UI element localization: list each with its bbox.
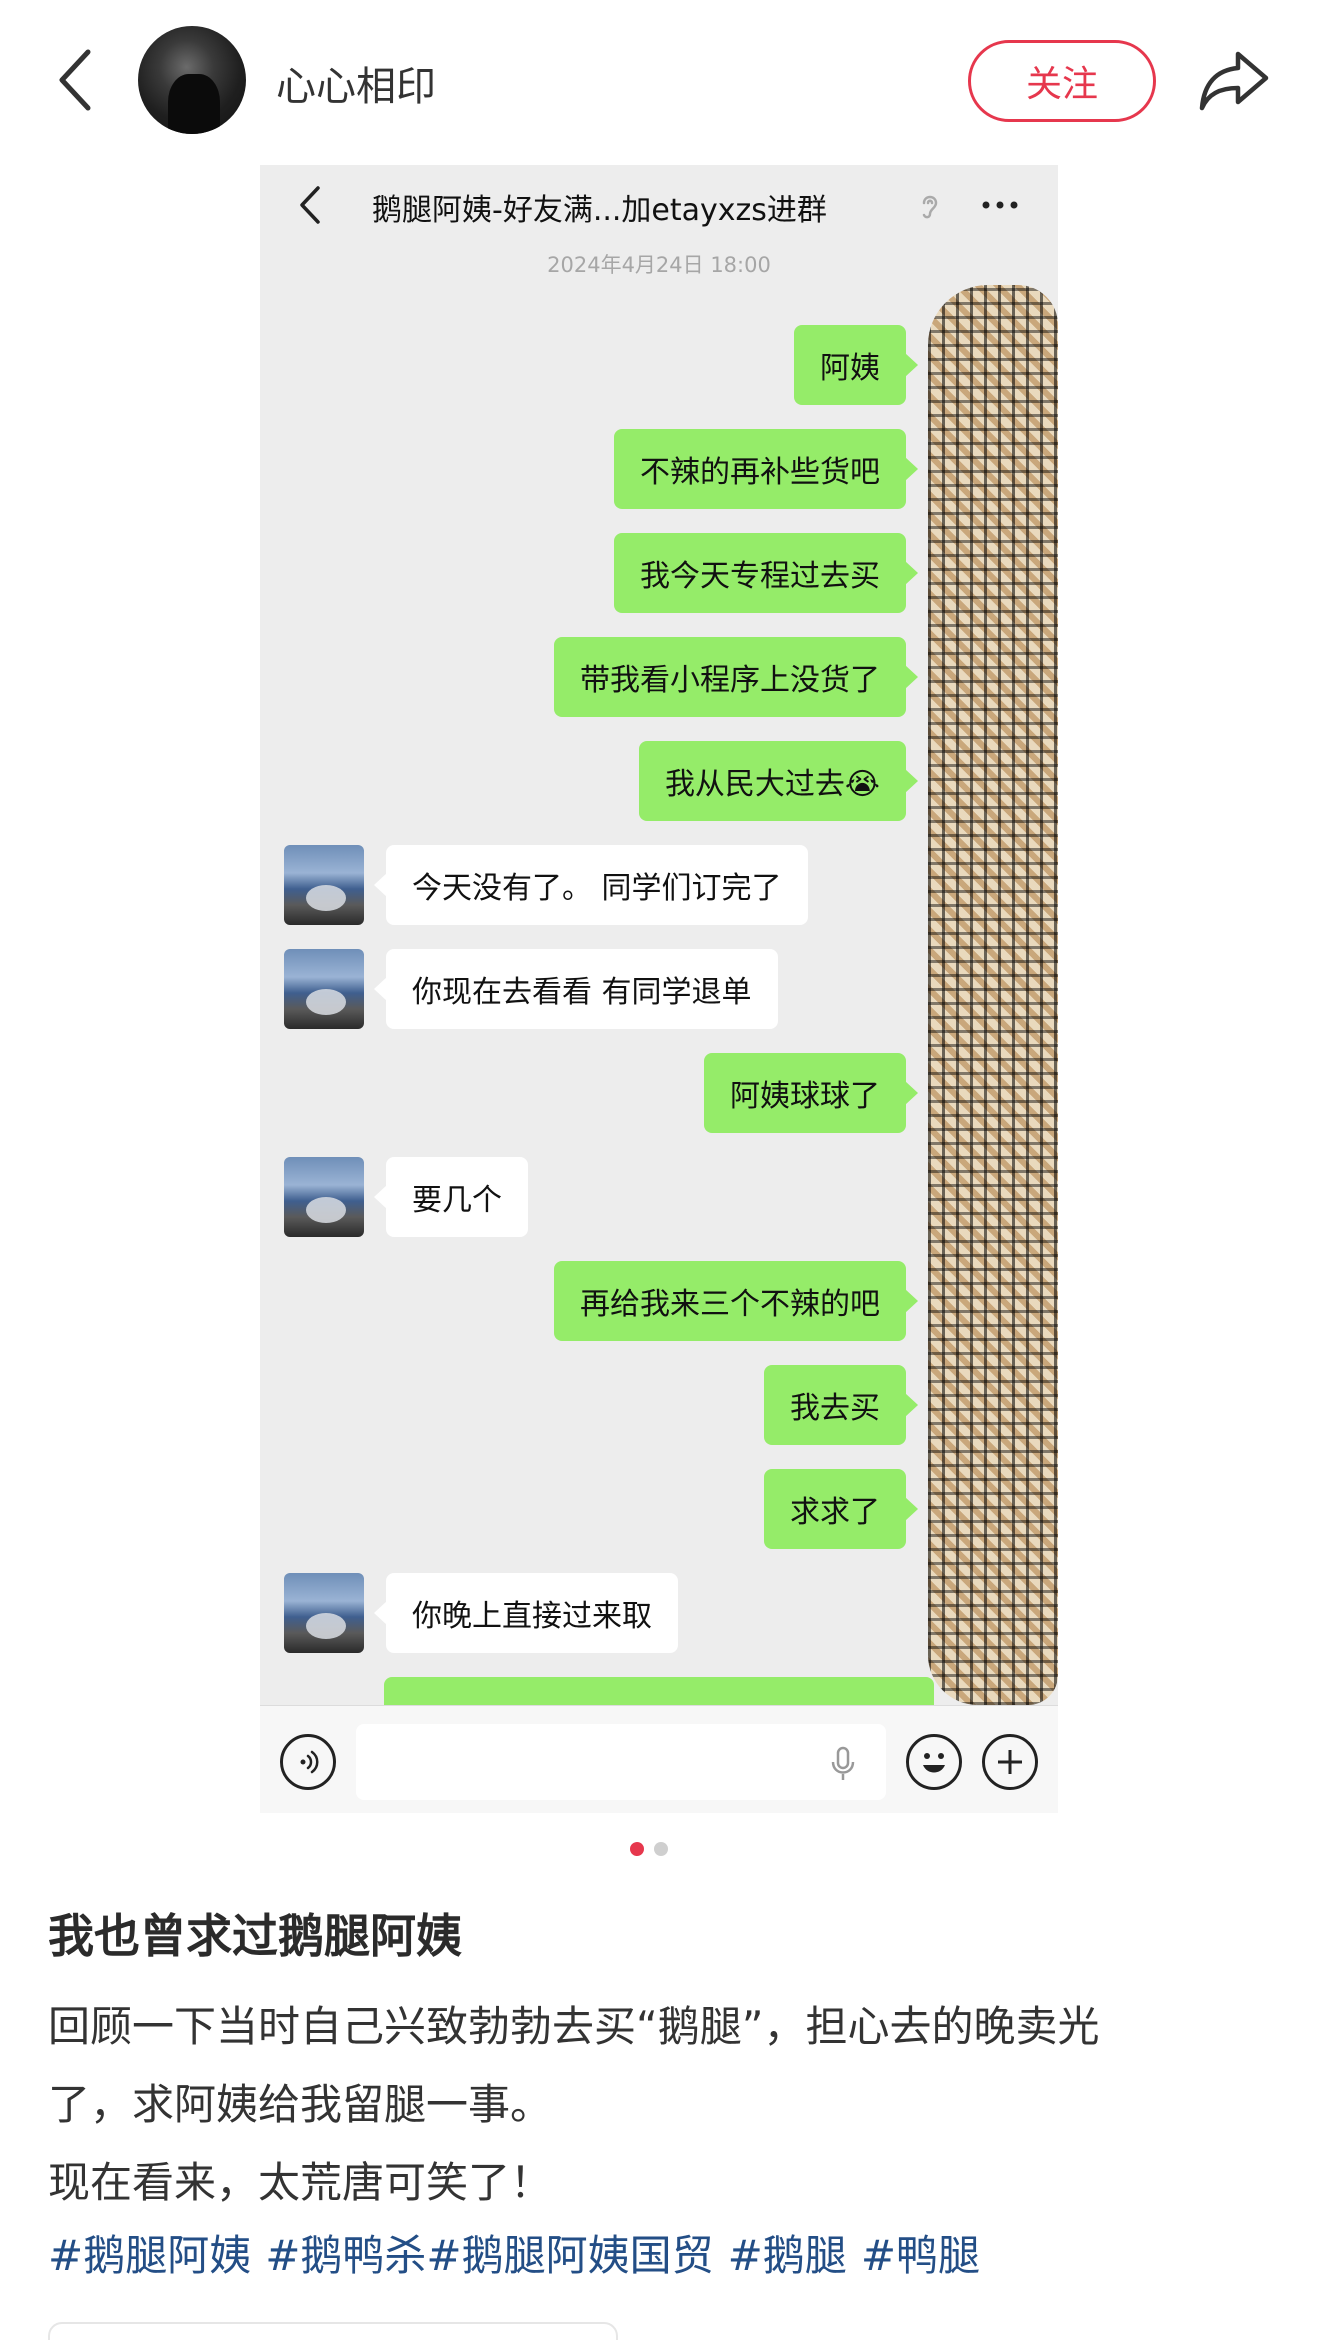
hashtag[interactable]: #鹅腿阿姨 <box>48 2222 251 2283</box>
chat-title: 鹅腿阿姨-好友满...加etayxzs进群 <box>372 193 827 228</box>
follow-button[interactable]: 关注 <box>968 40 1156 122</box>
received-message: 你现在去看看 有同学退单 <box>374 949 778 1029</box>
sent-message: 再给我来三个不辣的吧 <box>554 1261 918 1341</box>
received-message: 要几个 <box>374 1157 528 1237</box>
bottom-card <box>48 2322 618 2340</box>
back-button[interactable] <box>48 44 104 116</box>
redacted-mosaic <box>928 285 1058 1705</box>
sent-message: 带我看小程序上没货了 <box>554 637 918 717</box>
sent-message: 我从民大过去😭 <box>638 741 919 821</box>
plus-button <box>982 1734 1038 1790</box>
author-avatar[interactable] <box>138 26 246 134</box>
post-image[interactable]: 鹅腿阿姨-好友满...加etayxzs进群 2024年4月24日 18:00 阿… <box>260 165 1058 1813</box>
sent-message: 阿姨球球了 <box>704 1053 918 1133</box>
contact-avatar <box>284 1157 364 1237</box>
received-message: 今天没有了。 同学们订完了 <box>374 845 808 925</box>
carousel-dot[interactable] <box>630 1842 644 1856</box>
hashtag[interactable]: #鸭腿 <box>861 2222 980 2283</box>
voice-button <box>280 1734 336 1790</box>
emoji-icon <box>923 1753 945 1773</box>
voice-icon <box>300 1750 319 1774</box>
contact-avatar <box>284 1573 364 1653</box>
contact-avatar <box>284 845 364 925</box>
share-button[interactable] <box>1196 44 1272 116</box>
sent-message: 我今天专程过去买 <box>614 533 918 613</box>
emoji-button <box>906 1734 962 1790</box>
sent-message: 求求了 <box>764 1469 918 1549</box>
author-name[interactable]: 心心相印 <box>276 54 436 112</box>
hashtag[interactable]: #鹅腿阿姨国贸 <box>426 2222 713 2283</box>
sent-message: 阿姨 <box>794 325 918 405</box>
chat-text-input <box>356 1724 886 1800</box>
hashtag[interactable]: #鹅鸭杀 <box>265 2222 426 2283</box>
mic-icon <box>831 1746 855 1780</box>
chat-back-icon <box>300 186 320 224</box>
more-icon <box>978 187 1022 223</box>
contact-avatar <box>284 949 364 1029</box>
chat-input-bar <box>260 1705 1058 1813</box>
received-message: 你晚上直接过来取 <box>374 1573 678 1653</box>
top-bar: 心心相印 关注 <box>0 0 1320 160</box>
post-body: 回顾一下当时自己兴致勃勃去买“鹅腿”，担心去的晚卖光 了，求阿姨给我留腿一事。 … <box>48 1988 1278 2222</box>
post-body-line: 现在看来，太荒唐可笑了！ <box>48 2158 553 2207</box>
chat-timestamp: 2024年4月24日 18:00 <box>547 253 771 277</box>
share-icon <box>1199 51 1269 111</box>
carousel-dots <box>630 1842 668 1856</box>
chat-back-button <box>288 183 332 227</box>
sent-message: 不辣的再补些货吧 <box>614 429 918 509</box>
plus-icon <box>998 1750 1022 1774</box>
hashtag[interactable]: #鹅腿 <box>728 2222 847 2283</box>
chat-header: 鹅腿阿姨-好友满...加etayxzs进群 <box>260 165 1058 245</box>
post-body-line: 回顾一下当时自己兴致勃勃去买“鹅腿”，担心去的晚卖光 <box>48 2002 1100 2051</box>
carousel-dot[interactable] <box>654 1842 668 1856</box>
post-title: 我也曾求过鹅腿阿姨 <box>48 1909 462 1963</box>
back-icon <box>59 49 91 111</box>
sent-message: 我去买 <box>764 1365 918 1445</box>
post-body-line: 了，求阿姨给我留腿一事。 <box>48 2080 553 2129</box>
ear-icon <box>922 195 938 219</box>
hashtag-list: #鹅腿阿姨 #鹅鸭杀 #鹅腿阿姨国贸 #鹅腿 #鸭腿 <box>48 2222 980 2283</box>
